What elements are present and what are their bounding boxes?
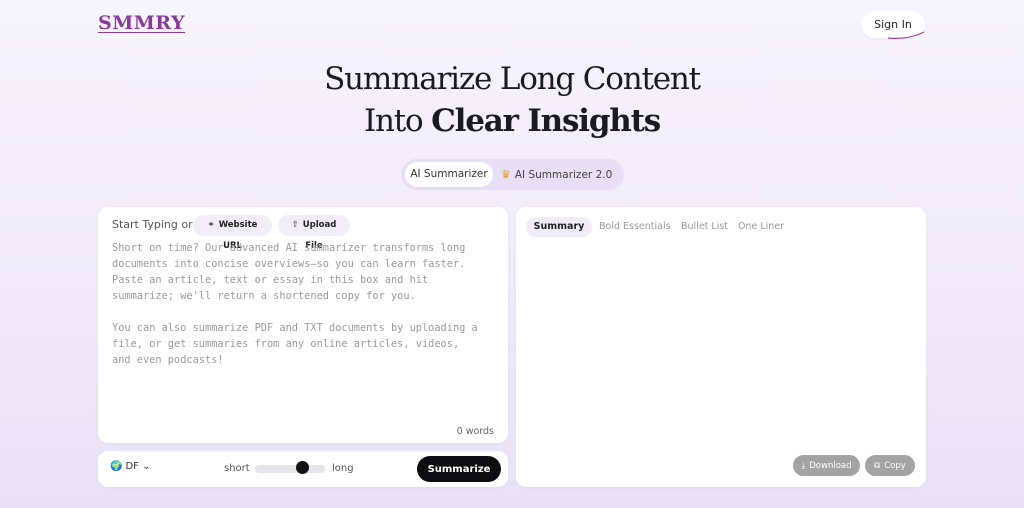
placeholder-line: Short on time? Our advanced AI summarize… (112, 242, 466, 254)
mode-ai-summarizer[interactable]: AI Summarizer (405, 162, 493, 187)
hero-line-2-emphasis: Clear Insights (431, 103, 661, 139)
length-slider-track[interactable] (255, 465, 325, 473)
upload-file-button[interactable]: ⇧ Upload File (278, 215, 350, 251)
copy-label: Copy (884, 460, 906, 471)
mode-ai-summarizer-2[interactable]: ♛ AI Summarizer 2.0 (501, 162, 619, 187)
hero-line-1: Summarize Long Content (324, 61, 701, 97)
website-url-button[interactable]: ⚭ Website URL (193, 215, 272, 251)
input-panel: Start Typing or ⚭ Website URL ⇧ Upload Fil… (98, 207, 508, 443)
placeholder-line: documents into concise overviews—so you … (112, 258, 466, 270)
tab-summary[interactable]: Summary (526, 217, 592, 237)
summarizer-mode-switch: AI Summarizer ♛ AI Summarizer 2.0 (401, 159, 624, 190)
length-slider-thumb[interactable] (296, 461, 309, 474)
text-input-area[interactable]: Short on time? Our advanced AI summarize… (112, 240, 498, 400)
length-short-label: short (224, 463, 250, 474)
hero-line-2-prefix: Into (363, 103, 432, 139)
link-icon: ⚭ (207, 220, 215, 230)
mode-ai-summarizer-2-label: AI Summarizer 2.0 (514, 169, 613, 181)
summarize-button[interactable]: Summarize (417, 456, 501, 482)
word-count: 0 words (456, 426, 494, 437)
tab-one-liner[interactable]: One Liner (738, 217, 784, 237)
chevron-down-icon: ⌄ (142, 461, 151, 472)
upload-icon: ⇧ (291, 220, 299, 230)
copy-icon: ⧉ (874, 460, 881, 471)
output-panel: Summary Bold Essentials Bullet List One … (516, 207, 926, 487)
hero-heading: Summarize Long Content Into Clear Insigh… (0, 58, 1024, 142)
language-label: DF (125, 461, 139, 472)
placeholder-line: You can also summarize PDF and TXT docum… (112, 322, 478, 334)
globe-icon: 🌍 (110, 461, 123, 472)
copy-button[interactable]: ⧉ Copy (865, 455, 915, 476)
placeholder-line: and even podcasts! (112, 354, 224, 366)
placeholder-line: summarize; we'll return a shortened copy… (112, 290, 416, 302)
language-selector[interactable]: 🌍 DF ⌄ (110, 461, 150, 472)
crown-icon: ♛ (501, 168, 511, 181)
download-label: Download (809, 460, 852, 471)
length-long-label: long (332, 463, 354, 474)
logo[interactable]: SMMRY (98, 12, 185, 34)
hero-line-2: Into Clear Insights (0, 100, 1024, 142)
download-icon: ⤓ (801, 460, 806, 471)
start-typing-label: Start Typing or (112, 218, 193, 231)
placeholder-line: file, or get summaries from any online a… (112, 338, 460, 350)
download-button[interactable]: ⤓ Download (793, 455, 860, 476)
sign-in-underline-decoration (887, 31, 925, 39)
placeholder-line (112, 304, 498, 320)
placeholder-line: Paste an article, text or essay in this … (112, 274, 429, 286)
controls-bar: 🌍 DF ⌄ short long Summarize (98, 451, 508, 487)
tab-bold-essentials[interactable]: Bold Essentials (599, 217, 671, 237)
tab-bullet-list[interactable]: Bullet List (681, 217, 728, 237)
